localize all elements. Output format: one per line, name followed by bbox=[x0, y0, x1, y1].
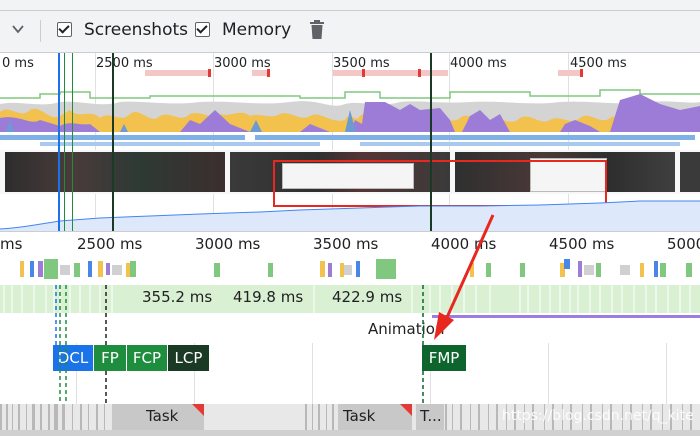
toolbar-separator bbox=[40, 20, 41, 42]
overview-tick: 3000 ms bbox=[214, 56, 271, 71]
lcp-marker-line bbox=[112, 53, 114, 231]
long-task-flag bbox=[267, 69, 270, 77]
toolbar: Screenshots Memory bbox=[0, 0, 700, 53]
screenshot-track-markers bbox=[20, 259, 692, 279]
memory-label: Memory bbox=[222, 20, 292, 40]
long-task-strip bbox=[145, 70, 210, 76]
watermark-text: https://blog.csdn.net/q_kite bbox=[502, 408, 694, 424]
long-task-flag bbox=[580, 69, 583, 77]
annotation-arrow bbox=[434, 214, 495, 340]
chevron-down-icon[interactable] bbox=[12, 24, 24, 34]
timeline-tick: 3000 ms bbox=[195, 235, 261, 253]
fcp-marker-line bbox=[72, 53, 73, 231]
timeline-tick: 5000 bbox=[667, 235, 700, 253]
screenshot-thumbnail[interactable] bbox=[680, 152, 700, 192]
screenshot-thumbnail[interactable] bbox=[5, 152, 225, 192]
cpu-activity-chart bbox=[0, 89, 700, 146]
screenshots-checkbox[interactable] bbox=[57, 22, 72, 37]
timeline-tick: ms bbox=[0, 235, 23, 253]
task-label: T... bbox=[420, 407, 442, 425]
screenshots-label: Screenshots bbox=[84, 20, 189, 40]
memory-checkbox[interactable] bbox=[195, 22, 210, 37]
overview-tick: 4500 ms bbox=[570, 56, 627, 71]
timeline-tick: 4500 ms bbox=[549, 235, 615, 253]
dcl-marker-line bbox=[58, 53, 60, 231]
task-label: Task bbox=[146, 407, 179, 425]
trash-icon[interactable] bbox=[309, 20, 325, 40]
fp-marker-line bbox=[64, 53, 65, 231]
overview-tick: 4000 ms bbox=[450, 56, 507, 71]
memory-chart bbox=[0, 200, 700, 231]
long-task-flag bbox=[208, 69, 211, 77]
task-label: Task bbox=[343, 407, 376, 425]
long-task-flag bbox=[418, 69, 421, 77]
long-task-flag bbox=[362, 69, 365, 77]
track-bottom-divider bbox=[0, 430, 700, 436]
toolbar-divider bbox=[0, 10, 700, 11]
overview-tick: 0 ms bbox=[2, 56, 34, 71]
timeline-tick: 2500 ms bbox=[77, 235, 143, 253]
timeline-tick: 3500 ms bbox=[313, 235, 379, 253]
overview-tick: 2500 ms bbox=[96, 56, 153, 71]
fmp-marker-line bbox=[430, 53, 432, 231]
